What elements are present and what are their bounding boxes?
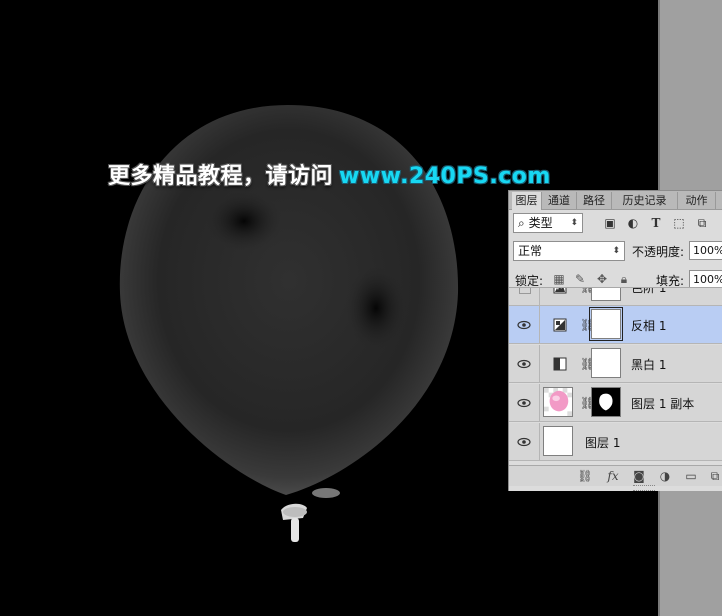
balloon-knot bbox=[281, 503, 307, 542]
watermark-url: www.240PS.com bbox=[339, 164, 551, 189]
layers-list: ⛓ 色阶 1 ⛓ 反相 1 ⛓ 黑白 1 ⛓ 图层 1 副本 图层 1 bbox=[509, 287, 722, 466]
layer-thumbnail[interactable] bbox=[543, 426, 573, 456]
levels-icon bbox=[553, 288, 567, 294]
add-mask-icon[interactable]: ◙ bbox=[631, 468, 647, 484]
chevron-updown-icon: ⬍ bbox=[570, 218, 578, 228]
filter-kind-dropdown[interactable]: ⌕ 类型 ⬍ bbox=[513, 213, 583, 233]
lock-image-pixels-icon[interactable]: ✎ bbox=[573, 272, 587, 286]
lock-all-icon[interactable]: 🔒︎ bbox=[617, 272, 631, 286]
tab-history[interactable]: 历史记录 bbox=[612, 192, 678, 209]
watermark: 更多精品教程，请访问 www.240PS.com bbox=[108, 163, 551, 191]
resize-grip[interactable] bbox=[633, 485, 655, 491]
new-group-icon[interactable]: ▭ bbox=[683, 468, 699, 484]
black-white-icon bbox=[553, 357, 567, 371]
eye-icon[interactable] bbox=[517, 318, 531, 332]
smart-object-filter-icon[interactable]: ⧉ bbox=[695, 216, 709, 230]
layer-name[interactable]: 色阶 1 bbox=[631, 288, 666, 296]
layer-thumbnail[interactable] bbox=[543, 387, 573, 417]
fx-icon[interactable]: fx bbox=[605, 468, 621, 484]
layer-row[interactable]: ⛓ 色阶 1 bbox=[509, 288, 722, 306]
layers-panel: 图层 通道 路径 历史记录 动作 ⌕ 类型 ⬍ ▣ ◐ T ⬚ ⧉ 正常 ⬍ 不… bbox=[508, 190, 722, 491]
layer-name[interactable]: 图层 1 bbox=[585, 434, 620, 451]
eye-icon[interactable] bbox=[517, 357, 531, 371]
type-filter-icon[interactable]: T bbox=[649, 216, 663, 230]
tab-paths[interactable]: 路径 bbox=[577, 192, 612, 209]
chevron-updown-icon: ⬍ bbox=[612, 246, 620, 256]
watermark-text: 更多精品教程，请访问 bbox=[108, 164, 334, 189]
image-filter-icon[interactable]: ▣ bbox=[603, 216, 617, 230]
lock-position-icon[interactable]: ✥ bbox=[595, 272, 609, 286]
layer-name[interactable]: 黑白 1 bbox=[631, 356, 666, 373]
shape-filter-icon[interactable]: ⬚ bbox=[672, 216, 686, 230]
layer-row[interactable]: ⛓ 黑白 1 bbox=[509, 345, 722, 383]
layer-mask-thumbnail[interactable] bbox=[591, 348, 621, 378]
blend-mode-value: 正常 bbox=[518, 244, 543, 258]
opacity-label: 不透明度: bbox=[632, 245, 685, 259]
invert-icon bbox=[553, 318, 567, 332]
tab-layers[interactable]: 图层 bbox=[512, 192, 542, 210]
eye-icon[interactable] bbox=[517, 435, 531, 449]
tab-actions[interactable]: 动作 bbox=[678, 192, 716, 209]
layer-mask-thumbnail[interactable] bbox=[589, 307, 623, 341]
lock-transparent-pixels-icon[interactable]: ▦ bbox=[552, 272, 566, 286]
tab-channels[interactable]: 通道 bbox=[542, 192, 577, 209]
panel-footer: ⛓ fx ◙ ◑ ▭ ⧉ bbox=[509, 465, 722, 486]
visibility-toggle-off[interactable] bbox=[519, 288, 531, 294]
layer-row-selected[interactable]: ⛓ 反相 1 bbox=[509, 306, 722, 344]
layer-name[interactable]: 反相 1 bbox=[631, 317, 666, 334]
blend-mode-dropdown[interactable]: 正常 ⬍ bbox=[513, 241, 625, 261]
layer-name[interactable]: 图层 1 副本 bbox=[631, 395, 694, 412]
link-layers-icon[interactable]: ⛓ bbox=[577, 468, 593, 484]
adjustment-filter-icon[interactable]: ◐ bbox=[626, 216, 640, 230]
search-icon: ⌕ bbox=[518, 216, 525, 230]
panel-tabs: 图层 通道 路径 历史记录 动作 bbox=[509, 191, 722, 210]
layer-row[interactable]: ⛓ 图层 1 副本 bbox=[509, 384, 722, 422]
layer-mask-thumbnail[interactable] bbox=[591, 288, 621, 301]
new-layer-icon[interactable]: ⧉ bbox=[707, 468, 722, 484]
eye-icon[interactable] bbox=[517, 396, 531, 410]
layer-mask-thumbnail[interactable] bbox=[591, 387, 621, 417]
filter-kind-value: 类型 bbox=[528, 216, 553, 230]
layer-row[interactable]: 图层 1 bbox=[509, 423, 722, 461]
opacity-input[interactable]: 100% bbox=[689, 241, 722, 260]
adjustment-layer-icon[interactable]: ◑ bbox=[657, 468, 673, 484]
